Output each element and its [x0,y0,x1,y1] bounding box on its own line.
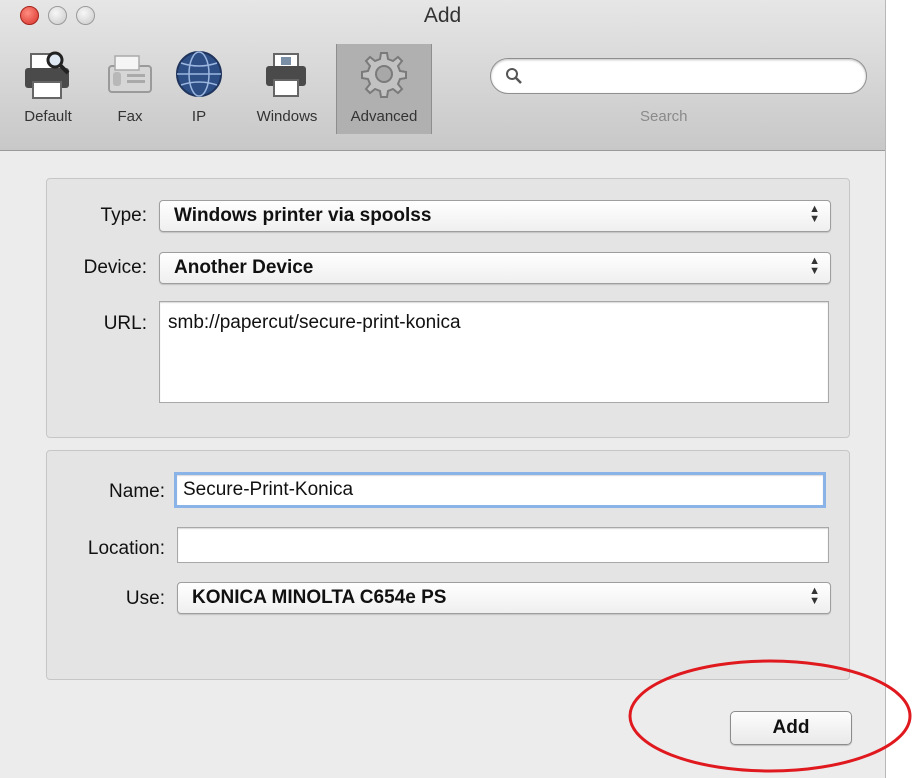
device-popup[interactable]: Another Device ▲ ▼ [159,252,831,284]
toolbar-fax-label: Fax [117,108,143,125]
type-label: Type: [100,205,147,226]
use-popup[interactable]: KONICA MINOLTA C654e PS ▲ ▼ [177,582,831,614]
printer-details-panel: Name: Secure-Print-Konica Location: Use:… [46,450,850,680]
window-title: Add [423,4,462,27]
search-icon [506,68,522,84]
toolbar-ip[interactable]: IP [170,44,228,134]
toolbar-default[interactable]: Default [14,44,82,134]
type-value: Windows printer via spoolss [174,205,432,226]
printer-magnifier-icon [25,51,70,99]
name-value: Secure-Print-Konica [183,479,354,500]
highlight-circle [628,659,912,773]
popup-arrows-icon: ▲ ▼ [809,585,820,607]
url-field[interactable]: smb://papercut/secure-print-konica [159,301,829,403]
name-label: Name: [109,481,165,502]
device-value: Another Device [174,257,314,278]
globe-icon [176,51,222,97]
toolbar-advanced-label: Advanced [350,108,418,125]
toolbar-windows[interactable]: Windows [244,44,330,134]
location-field[interactable] [177,527,829,563]
location-label: Location: [87,538,165,559]
url-label: URL: [103,313,147,334]
toolbar-fax[interactable]: Fax [100,44,160,134]
toolbar-windows-label: Windows [256,108,318,125]
name-field[interactable]: Secure-Print-Konica [174,472,826,508]
popup-arrows-icon: ▲ ▼ [809,255,820,277]
use-label: Use: [125,588,165,609]
type-popup[interactable]: Windows printer via spoolss ▲ ▼ [159,200,831,232]
toolbar-ip-label: IP [191,108,207,125]
search-field[interactable] [490,58,867,94]
device-label: Device: [83,257,147,278]
toolbar-default-label: Default [24,108,72,125]
use-value: KONICA MINOLTA C654e PS [192,587,447,608]
fax-icon [108,55,152,93]
toolbar: Add Default Fax IP Windows Advanced Sear… [0,0,885,151]
gear-icon [361,52,407,98]
advanced-settings-panel: Type: Windows printer via spoolss ▲ ▼ Dev… [46,178,850,438]
windows-printer-icon [266,53,306,97]
url-value: smb://papercut/secure-print-konica [168,312,461,333]
search-label: Search [640,108,688,125]
popup-arrows-icon: ▲ ▼ [809,203,820,225]
toolbar-advanced[interactable]: Advanced [336,44,432,134]
